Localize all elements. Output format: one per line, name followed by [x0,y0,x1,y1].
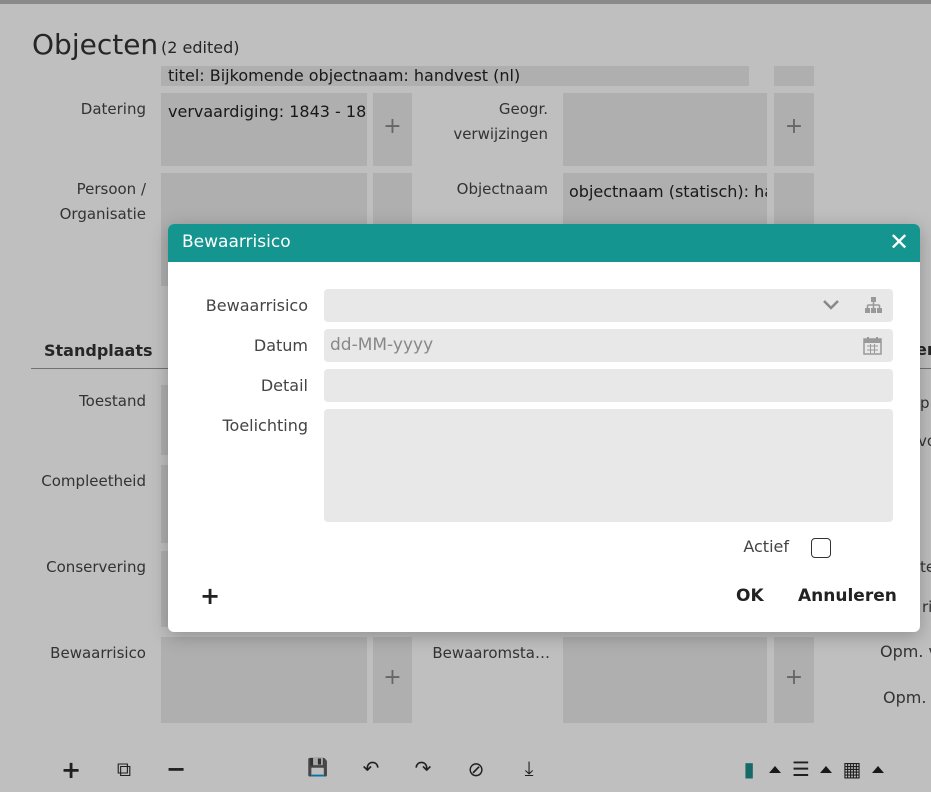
toelichting-textarea[interactable] [324,409,893,522]
add-row-button[interactable]: + [200,582,220,610]
datum-input[interactable]: dd-MM-yyyy [324,329,893,362]
close-icon[interactable]: ✕ [886,228,912,256]
actief-checkbox[interactable] [811,538,831,558]
calendar-icon[interactable] [863,336,882,355]
datum-placeholder: dd-MM-yyyy [330,335,434,355]
label-datum: Datum [253,336,308,355]
dialog-title: Bewaarrisico [182,232,291,252]
detail-input[interactable] [324,369,893,402]
label-detail: Detail [260,376,308,395]
bewaarrisico-select[interactable] [324,289,893,322]
chevron-down-icon[interactable] [822,299,840,311]
annuleren-button[interactable]: Annuleren [798,586,897,606]
ok-button[interactable]: OK [736,586,764,606]
hierarchy-icon[interactable] [864,296,883,314]
label-actief: Actief [743,537,789,556]
dialog-header: Bewaarrisico ✕ [168,224,920,262]
bewaarrisico-dialog: Bewaarrisico ✕ Bewaarrisico Datum dd-MM-… [168,224,920,632]
label-bewaarrisico-select: Bewaarrisico [205,296,308,315]
label-toelichting: Toelichting [222,416,308,435]
